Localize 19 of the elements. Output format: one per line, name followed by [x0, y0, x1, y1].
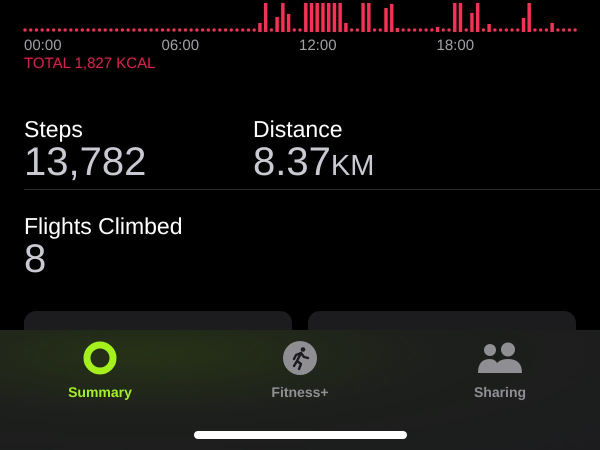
metric-label: Distance — [253, 116, 344, 142]
time-label: 12:00 — [299, 36, 338, 54]
total-calories: TOTAL 1,827 KCAL — [23, 55, 156, 72]
metric-value: 13,782 — [24, 142, 148, 182]
metric-label: Flights Climbed — [24, 213, 184, 239]
metric-label: Steps — [24, 116, 84, 142]
ring-icon — [82, 340, 118, 376]
tab[interactable]: Fitness+ — [200, 330, 400, 400]
runner-icon — [282, 340, 318, 376]
tab[interactable]: Sharing — [400, 330, 600, 400]
metric-value: 8 — [24, 239, 46, 279]
people-icon — [477, 340, 523, 376]
time-label: 00:00 — [24, 36, 63, 54]
time-label: 06:00 — [162, 36, 200, 54]
card[interactable] — [308, 311, 576, 330]
tab[interactable]: Summary — [0, 330, 200, 400]
card[interactable] — [24, 311, 292, 330]
time-label: 18:00 — [436, 36, 476, 54]
metric-value: 8.37KM — [253, 142, 376, 186]
